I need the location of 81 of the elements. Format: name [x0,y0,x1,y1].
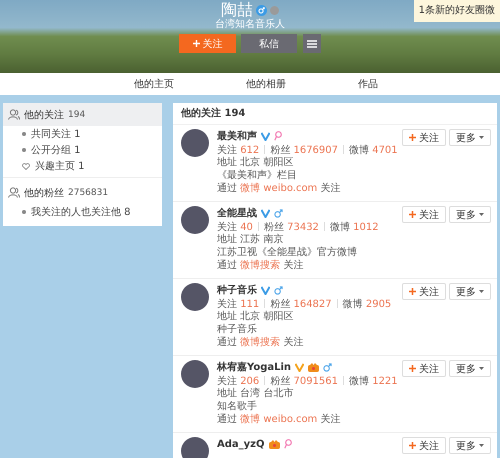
nav-tab[interactable]: 他的相册 [246,77,286,91]
more-button[interactable]: 更多 [449,437,491,454]
more-button[interactable]: 更多 [449,206,491,223]
bio-text: 种子音乐 [217,323,258,336]
address-text: 地址 北京 朝阳区 [217,310,294,323]
plus-icon [409,211,416,218]
sidebar-subitem[interactable]: 公开分组 1 [31,143,81,157]
stat-link[interactable]: 微博 1221 [349,374,398,388]
sidebar-count: 194 [68,110,86,120]
stat-link[interactable]: 粉丝 7091561 [270,374,338,388]
profile-name: 陶喆 [221,1,253,19]
menu-icon [307,40,317,48]
avatar[interactable] [181,360,209,388]
source-text: 通过 微博 weibo.com 关注 [217,413,342,426]
more-button[interactable]: 更多 [449,129,491,146]
caret-icon [479,136,484,139]
more-button[interactable]: 更多 [449,283,491,300]
sidebar-item[interactable]: 他的关注 194 [3,103,162,126]
avatar[interactable] [181,437,209,458]
sidebar-label: 他的关注 [24,108,64,122]
sidebar-item[interactable]: 他的粉丝 2756831 [3,181,162,204]
bullet-icon [22,148,26,152]
plus-icon [409,365,416,372]
panel-title: 他的关注 194 [173,103,497,125]
message-button[interactable]: 私信 [241,34,297,53]
user-name[interactable]: 林宥嘉YogaLin [217,360,292,374]
avatar[interactable] [181,283,209,311]
address-text: 地址 台湾 台北市 [217,387,294,400]
stat-link[interactable]: 关注 111 [217,296,260,310]
user-name[interactable]: 种子音乐 [217,283,257,297]
follow-button[interactable]: 关注 [402,129,446,146]
stat-link[interactable]: 微博 1012 [330,220,379,234]
user-name[interactable]: 最美和声 [217,129,257,143]
bio-text: 江苏卫视《全能星战》官方微博 [217,246,358,259]
stat-link[interactable]: 微博 2905 [342,296,392,310]
source-text: 通过 微博 weibo.com 关注 [217,182,342,195]
caret-icon [479,213,484,216]
heart-icon [22,162,30,170]
follow-button[interactable]: 关注 [402,283,446,300]
plus-icon [409,134,416,141]
address-text: 地址 江苏 南京 [217,233,284,246]
bullet-icon [22,132,26,136]
bio-text: 《最美和声》栏目 [217,169,298,182]
stat-link[interactable]: 关注 206 [217,374,260,388]
caret-icon [479,367,484,370]
source-text: 通过 微博搜索 关注 [217,259,304,272]
avatar[interactable] [181,129,209,157]
address-text: 地址 北京 朝阳区 [217,156,294,169]
follow-button[interactable]: 关注 [402,206,446,223]
stat-link[interactable]: 粉丝 73432 [264,220,319,234]
avatar[interactable] [181,206,209,234]
sidebar-subitem[interactable]: 共同关注 1 [31,127,81,141]
plus-icon [409,442,416,449]
sidebar-subitem[interactable]: 我关注的人也关注他 8 [31,205,131,219]
stat-link[interactable]: 粉丝 164827 [270,296,332,310]
sidebar-label: 他的粉丝 [24,186,64,200]
profile-subtitle: 台湾知名音乐人 [215,19,285,31]
stat-link[interactable]: 关注 40 [217,220,253,234]
sidebar-count: 2756831 [68,188,108,198]
stat-link[interactable]: 关注 612 [217,142,260,156]
notification-popup[interactable]: 1条新的好友圈微 [414,0,500,22]
sidebar-subitem[interactable]: 兴趣主页 1 [35,159,85,173]
stat-link[interactable]: 微博 4701 [349,142,398,156]
source-text: 通过 微博搜索 关注 [217,336,304,349]
caret-icon [479,290,484,293]
nav-tab[interactable]: 作品 [358,77,378,91]
plus-icon [192,40,200,47]
follow-button[interactable]: 关注 [402,437,446,454]
follow-button[interactable]: 关注 [402,360,446,377]
nav-tab[interactable]: 他的主页 [134,77,174,91]
people-icon [8,187,20,198]
plus-icon [409,288,416,295]
user-name[interactable]: Ada_yzQ [217,438,264,450]
user-name[interactable]: 全能星战 [217,206,257,220]
stat-link[interactable]: 粉丝 1676907 [270,142,338,156]
menu-button[interactable] [303,34,321,53]
caret-icon [479,444,484,447]
bullet-icon [22,210,26,214]
bio-text: 知名歌手 [217,400,258,413]
people-icon [8,109,20,120]
more-button[interactable]: 更多 [449,360,491,377]
